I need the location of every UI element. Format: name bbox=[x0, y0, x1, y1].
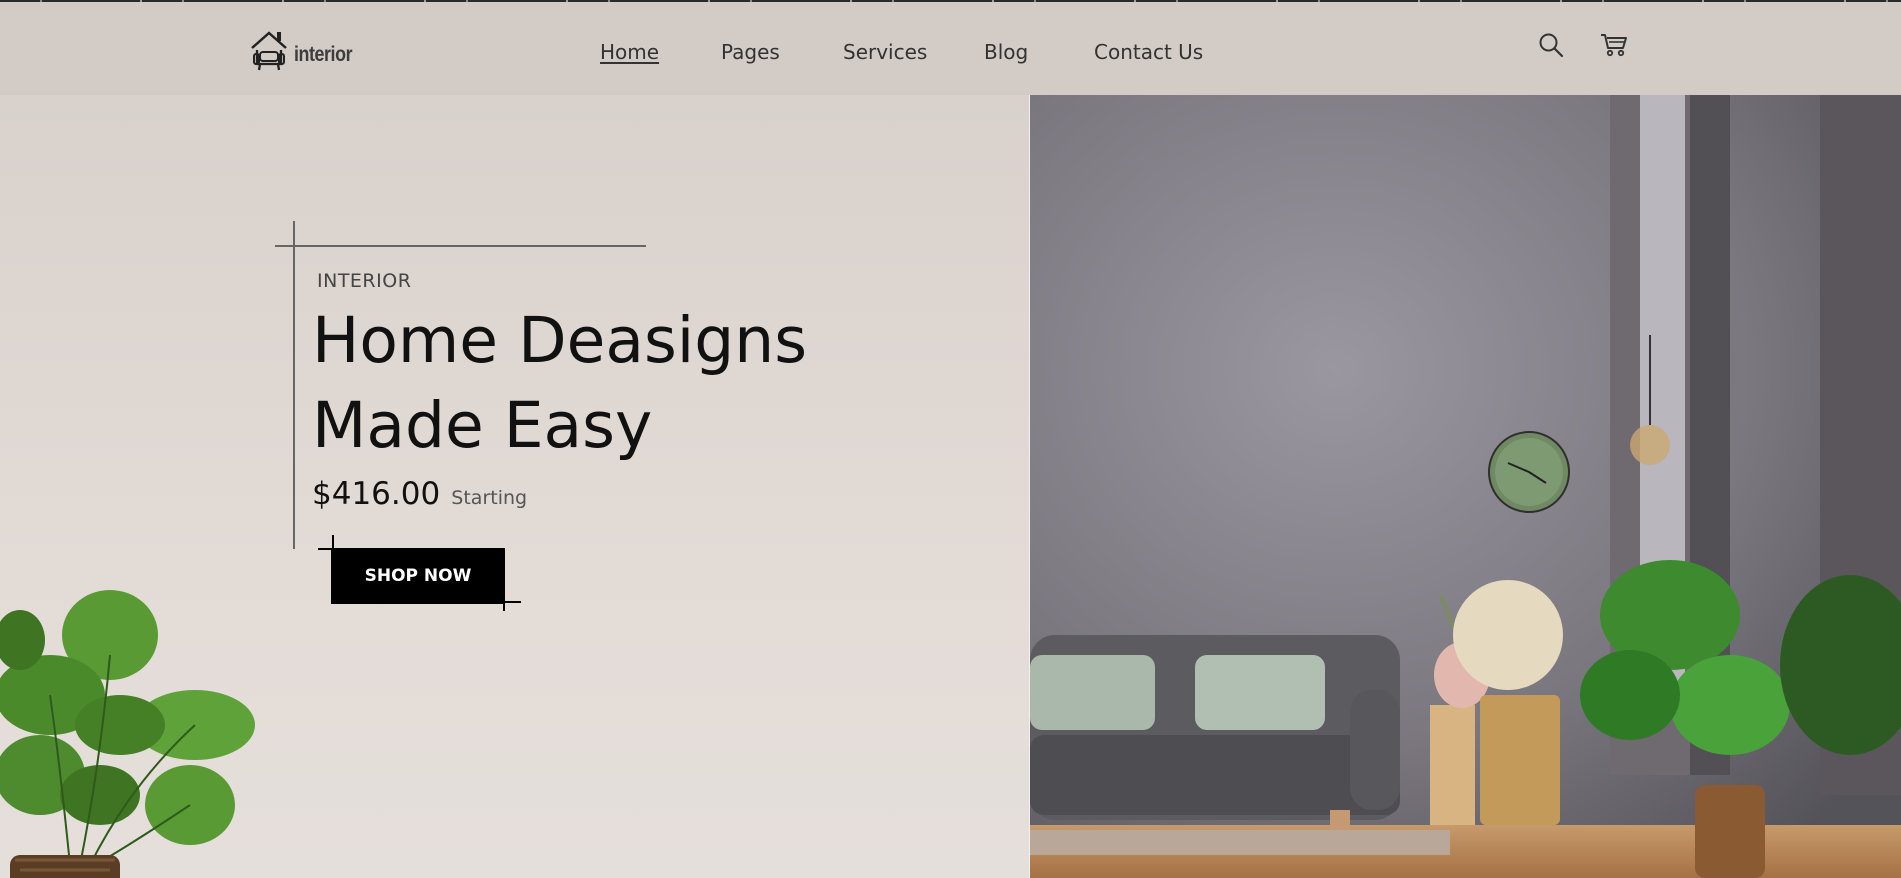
frame-line-horizontal bbox=[275, 245, 646, 247]
house-chair-logo-icon bbox=[251, 31, 287, 71]
room-photo bbox=[1030, 95, 1901, 878]
living-room-image bbox=[1030, 95, 1901, 878]
hero-kicker: INTERIOR bbox=[317, 270, 412, 292]
price-note: Starting bbox=[451, 487, 528, 509]
cart-icon[interactable] bbox=[1600, 32, 1628, 62]
button-corner-mark-br-h bbox=[503, 601, 521, 603]
search-icon[interactable] bbox=[1538, 32, 1564, 62]
nav-contact-us[interactable]: Contact Us bbox=[1094, 40, 1203, 64]
nav-pages[interactable]: Pages bbox=[721, 40, 780, 64]
hero-left-panel: INTERIOR Home Deasigns Made Easy $416.00… bbox=[0, 95, 1030, 878]
monstera-plant-image bbox=[0, 590, 255, 878]
logo[interactable]: interior bbox=[248, 28, 362, 74]
logo-text: interior bbox=[294, 43, 353, 66]
nav-blog[interactable]: Blog bbox=[984, 40, 1028, 64]
nav-services[interactable]: Services bbox=[843, 40, 927, 64]
price-value: $416.00 bbox=[312, 476, 441, 512]
frame-line-vertical bbox=[293, 221, 295, 549]
shop-now-button[interactable]: SHOP NOW bbox=[331, 548, 505, 604]
hero-headline: Home Deasigns Made Easy bbox=[312, 298, 912, 468]
headline-line-2: Made Easy bbox=[312, 389, 653, 462]
price-row: $416.00 Starting bbox=[312, 476, 527, 512]
headline-line-1: Home Deasigns bbox=[312, 304, 808, 377]
nav-home[interactable]: Home bbox=[600, 40, 659, 64]
site-header: interior Home Pages Services Blog Contac… bbox=[0, 2, 1901, 95]
